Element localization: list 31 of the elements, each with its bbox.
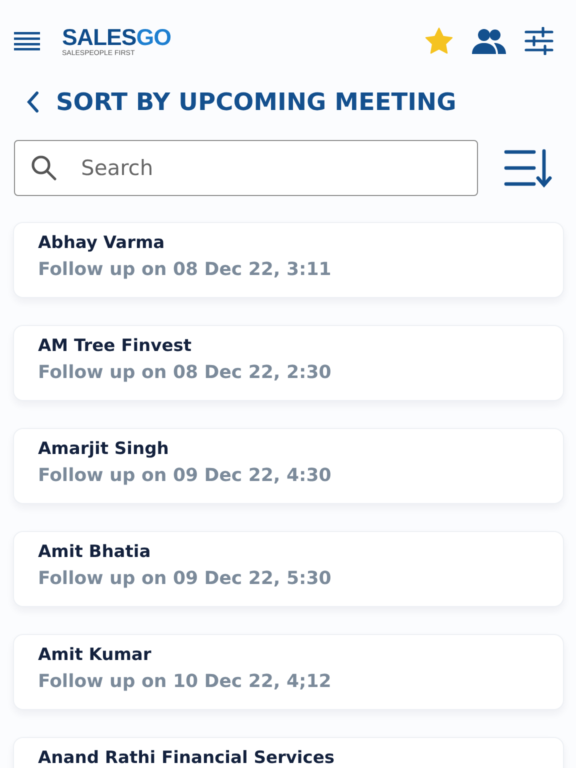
follow-up-text: Follow up on 10 Dec 22, 4;12 bbox=[38, 671, 332, 692]
contact-name: Amarjit Singh bbox=[38, 439, 170, 459]
contact-card[interactable]: Amit Kumar Follow up on 10 Dec 22, 4;12 bbox=[13, 634, 564, 710]
search-field[interactable]: Search bbox=[14, 140, 478, 196]
back-button[interactable] bbox=[26, 91, 40, 113]
follow-up-text: Follow up on 08 Dec 22, 3:11 bbox=[38, 259, 332, 280]
contact-name: Abhay Varma bbox=[38, 233, 166, 253]
contact-name: Amit Kumar bbox=[38, 645, 152, 665]
contact-name: Anand Rathi Financial Services bbox=[38, 748, 336, 768]
users-icon bbox=[472, 28, 506, 54]
sort-button[interactable] bbox=[504, 148, 552, 188]
contact-card[interactable]: Amit Bhatia Follow up on 09 Dec 22, 5:30 bbox=[13, 531, 564, 607]
sliders-icon bbox=[524, 27, 554, 55]
search-icon bbox=[31, 155, 57, 181]
sort-icon bbox=[504, 148, 552, 188]
contact-card[interactable]: AM Tree Finvest Follow up on 08 Dec 22, 2:30 bbox=[13, 325, 564, 401]
star-icon bbox=[424, 27, 454, 55]
follow-up-text: Follow up on 09 Dec 22, 5:30 bbox=[38, 568, 332, 589]
follow-up-text: Follow up on 09 Dec 22, 4:30 bbox=[38, 465, 332, 486]
filter-button[interactable] bbox=[524, 27, 554, 55]
page-title: SORT BY UPCOMING MEETING bbox=[56, 88, 456, 116]
chevron-left-icon bbox=[26, 91, 40, 113]
contact-card[interactable]: Abhay Varma Follow up on 08 Dec 22, 3:11 bbox=[13, 222, 564, 298]
contact-card[interactable]: Anand Rathi Financial Services bbox=[13, 737, 564, 768]
contact-card[interactable]: Amarjit Singh Follow up on 09 Dec 22, 4:30 bbox=[13, 428, 564, 504]
follow-up-text: Follow up on 08 Dec 22, 2:30 bbox=[38, 362, 332, 383]
menu-icon bbox=[14, 31, 40, 51]
menu-button[interactable] bbox=[14, 31, 40, 51]
contact-name: Amit Bhatia bbox=[38, 542, 152, 562]
contact-name: AM Tree Finvest bbox=[38, 336, 192, 356]
contacts-button[interactable] bbox=[472, 28, 506, 54]
